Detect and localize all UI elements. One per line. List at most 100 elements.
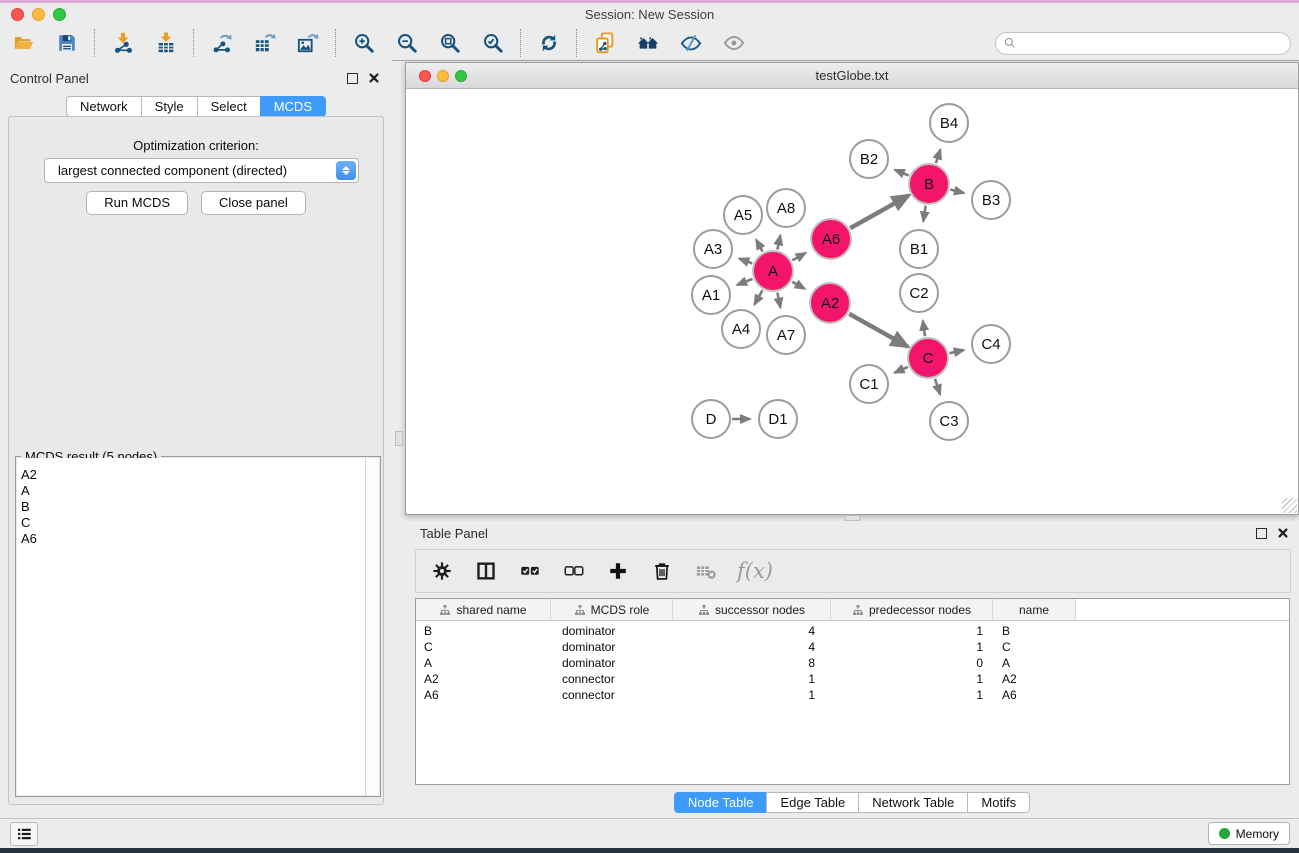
window-resize-grip[interactable] (1282, 498, 1297, 513)
table-cell[interactable]: 0 (831, 656, 993, 670)
maximize-network-window-button[interactable] (455, 70, 467, 82)
table-row[interactable]: Adominator80A (416, 655, 1289, 671)
table-cell[interactable]: 1 (831, 688, 993, 702)
column-header-successor-nodes[interactable]: successor nodes (673, 599, 831, 620)
graph-edge-A-A6[interactable] (792, 253, 805, 260)
result-list-item[interactable]: B (17, 499, 365, 515)
result-list-item[interactable]: C (17, 515, 365, 531)
import-network-icon[interactable] (107, 28, 138, 58)
table-cell[interactable]: A2 (993, 672, 1076, 686)
result-list-item[interactable]: A (17, 483, 365, 499)
graph-edge-A-A8[interactable] (777, 235, 780, 249)
graph-edge-A-A7[interactable] (777, 293, 780, 308)
network-window-titlebar[interactable]: testGlobe.txt (406, 63, 1298, 89)
add-column-icon[interactable] (603, 557, 632, 586)
tab-motifs[interactable]: Motifs (967, 792, 1030, 813)
tab-node-table[interactable]: Node Table (674, 792, 767, 813)
graph-edge-A6-B[interactable] (850, 195, 909, 228)
graph-node-B2[interactable]: B2 (850, 140, 888, 178)
function-builder-button[interactable]: f(x) (735, 557, 773, 586)
close-panel-button[interactable]: Close panel (201, 191, 306, 215)
graph-node-A6[interactable]: A6 (811, 219, 851, 259)
column-header-shared-name[interactable]: shared name (416, 599, 551, 620)
table-cell[interactable]: A (993, 656, 1076, 670)
save-session-icon[interactable] (51, 28, 82, 58)
close-network-window-button[interactable] (419, 70, 431, 82)
delete-table-icon[interactable] (691, 557, 720, 586)
zoom-fit-icon[interactable] (434, 28, 465, 58)
graph-node-A8[interactable]: A8 (767, 189, 805, 227)
graph-edge-A-A4[interactable] (755, 290, 763, 304)
graph-node-A4[interactable]: A4 (722, 310, 760, 348)
table-cell[interactable]: connector (551, 688, 673, 702)
tab-style[interactable]: Style (141, 96, 197, 117)
result-list-item[interactable]: A2 (17, 467, 365, 483)
table-cell[interactable]: 8 (673, 656, 831, 670)
table-cell[interactable]: A2 (416, 672, 551, 686)
table-cell[interactable]: B (416, 624, 551, 638)
table-cell[interactable]: 1 (831, 640, 993, 654)
graph-edge-A-A1[interactable] (737, 279, 752, 285)
task-history-button[interactable] (10, 822, 38, 846)
graph-node-C4[interactable]: C4 (972, 325, 1010, 363)
zoom-out-icon[interactable] (391, 28, 422, 58)
graph-edge-A-A3[interactable] (739, 259, 752, 264)
table-cell[interactable]: 1 (673, 672, 831, 686)
graph-node-A[interactable]: A (753, 251, 793, 291)
table-cell[interactable]: 1 (673, 688, 831, 702)
select-all-rows-icon[interactable] (515, 557, 544, 586)
table-row[interactable]: A6connector11A6 (416, 687, 1289, 703)
show-hidden-icon[interactable] (718, 28, 749, 58)
graph-node-A5[interactable]: A5 (724, 196, 762, 234)
column-header-MCDS-role[interactable]: MCDS role (551, 599, 673, 620)
graph-node-A1[interactable]: A1 (692, 276, 730, 314)
graph-node-B3[interactable]: B3 (972, 181, 1010, 219)
hide-selected-icon[interactable] (675, 28, 706, 58)
float-table-panel-icon[interactable] (1256, 528, 1267, 539)
graph-edge-B-B2[interactable] (895, 170, 909, 176)
table-cell[interactable]: dominator (551, 656, 673, 670)
result-scrollbar[interactable] (366, 458, 379, 795)
table-row[interactable]: A2connector11A2 (416, 671, 1289, 687)
tab-mcds[interactable]: MCDS (260, 96, 326, 117)
table-cell[interactable]: A6 (993, 688, 1076, 702)
graph-node-B[interactable]: B (909, 164, 949, 204)
mcds-result-list[interactable]: A2ABCA6 (17, 458, 366, 795)
graph-node-D[interactable]: D (692, 400, 730, 438)
graph-edge-B-B4[interactable] (936, 150, 940, 164)
graph-node-C1[interactable]: C1 (850, 365, 888, 403)
run-mcds-button[interactable]: Run MCDS (86, 191, 188, 215)
toggle-columns-icon[interactable] (471, 557, 500, 586)
graph-node-C3[interactable]: C3 (930, 402, 968, 440)
graph-edge-C-C3[interactable] (935, 379, 940, 395)
export-image-icon[interactable] (292, 28, 323, 58)
graph-node-A3[interactable]: A3 (694, 230, 732, 268)
graph-edge-C-C1[interactable] (895, 367, 908, 373)
table-cell[interactable]: B (993, 624, 1076, 638)
table-cell[interactable]: 4 (673, 624, 831, 638)
splitter-handle-vertical[interactable] (395, 431, 403, 446)
column-header-name[interactable]: name (993, 599, 1076, 620)
table-cell[interactable]: A (416, 656, 551, 670)
close-window-button[interactable] (11, 8, 24, 21)
result-list-item[interactable]: A6 (17, 531, 365, 547)
table-cell[interactable]: dominator (551, 640, 673, 654)
import-table-icon[interactable] (150, 28, 181, 58)
optimization-criterion-select[interactable]: largest connected component (directed) (44, 158, 359, 183)
zoom-in-icon[interactable] (348, 28, 379, 58)
tab-network[interactable]: Network (66, 96, 141, 117)
graph-edge-C-C4[interactable] (950, 350, 964, 353)
minimize-network-window-button[interactable] (437, 70, 449, 82)
graph-node-A7[interactable]: A7 (767, 316, 805, 354)
network-canvas[interactable]: B4B2BB3A5A8A6A3B1AA1A2C2A4A7C4CC1C3DD1 (406, 90, 1298, 514)
table-cell[interactable]: connector (551, 672, 673, 686)
table-cell[interactable]: C (993, 640, 1076, 654)
table-settings-icon[interactable] (427, 557, 456, 586)
apply-layout-icon[interactable] (533, 28, 564, 58)
graph-node-C2[interactable]: C2 (900, 274, 938, 312)
memory-button[interactable]: Memory (1208, 822, 1290, 845)
float-panel-icon[interactable] (347, 73, 358, 84)
graph-node-A2[interactable]: A2 (810, 283, 850, 323)
export-network-icon[interactable] (206, 28, 237, 58)
table-cell[interactable]: A6 (416, 688, 551, 702)
